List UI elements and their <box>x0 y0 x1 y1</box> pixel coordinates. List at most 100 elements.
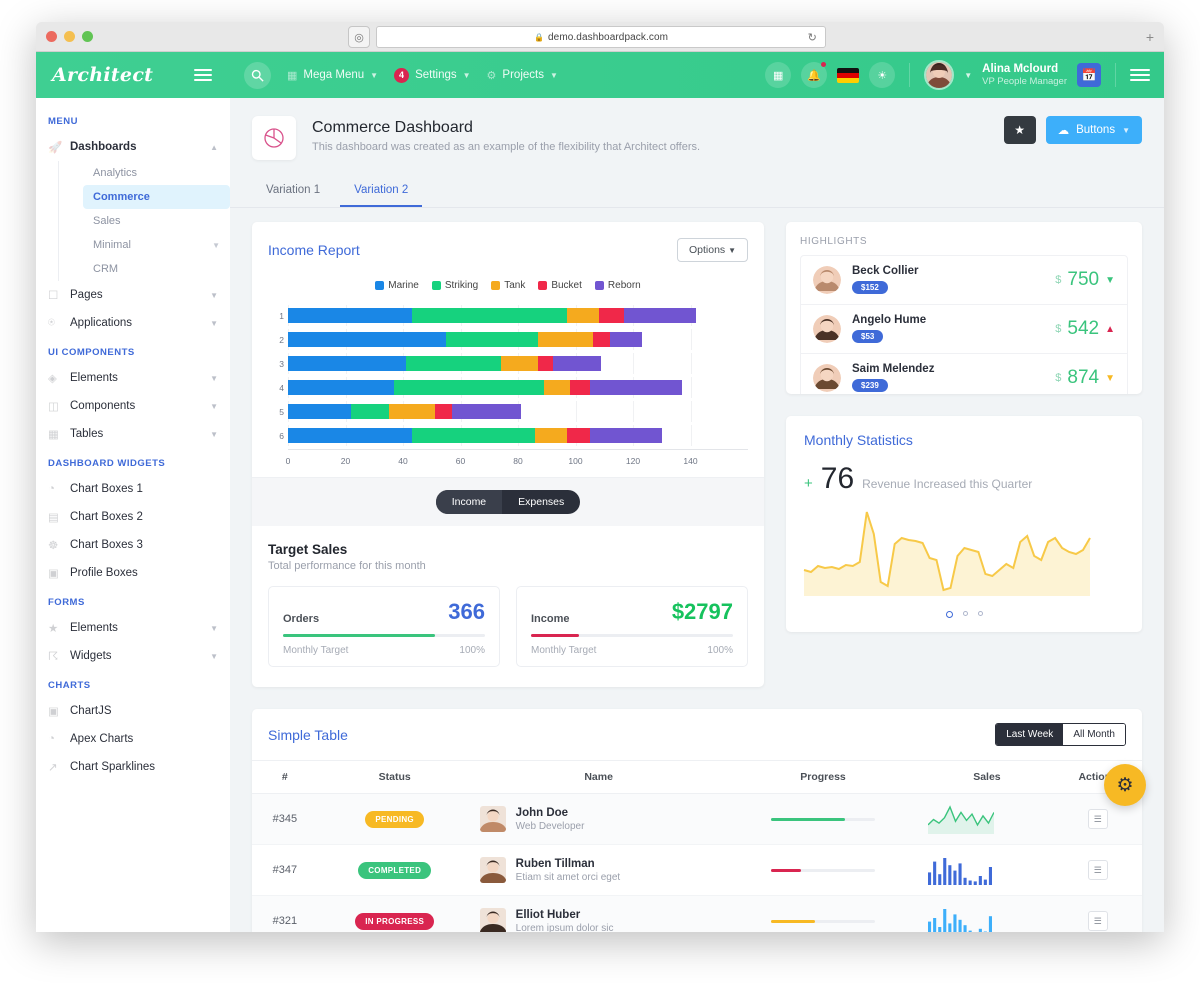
sidebar-item-applications[interactable]: ⍟ Applications ▼ <box>36 309 230 337</box>
toggle-expenses[interactable]: Expenses <box>502 490 580 514</box>
new-tab-button[interactable]: + <box>1146 29 1154 45</box>
sidebar-item-dashboards[interactable]: 🚀 Dashboards ▲ <box>36 133 230 161</box>
bar-segment-reborn[interactable] <box>624 308 697 323</box>
bar-segment-reborn[interactable] <box>589 380 682 395</box>
table-filter-segmented[interactable]: Last Week All Month <box>995 723 1126 746</box>
highlight-row[interactable]: Saim Melendez $239 $874 ▼ <box>801 354 1127 394</box>
bar-segment-bucket[interactable] <box>569 380 590 395</box>
bell-icon[interactable]: 🔔 <box>801 62 828 88</box>
bar-segment-marine[interactable] <box>288 380 395 395</box>
bar-segment-tank[interactable] <box>388 404 435 419</box>
legend-item-bucket[interactable]: Bucket <box>538 280 582 291</box>
settings-fab-button[interactable]: ⚙ <box>1104 764 1146 806</box>
legend-item-reborn[interactable]: Reborn <box>594 280 641 291</box>
filter-all-month[interactable]: All Month <box>1063 724 1125 745</box>
reload-icon[interactable]: ↻ <box>808 31 817 44</box>
bar-segment-striking[interactable] <box>446 332 539 347</box>
right-menu-button[interactable] <box>1130 69 1150 81</box>
carousel-dot-2[interactable] <box>962 611 968 616</box>
highlight-row[interactable]: Beck Collier $152 $750 ▼ <box>801 256 1127 305</box>
legend-item-tank[interactable]: Tank <box>491 280 525 291</box>
carousel-dot-3[interactable] <box>977 611 983 616</box>
row-menu-button[interactable]: ☰ <box>1087 860 1108 880</box>
bar-segment-reborn[interactable] <box>552 356 602 371</box>
sidebar-item-chart-boxes-3[interactable]: ☸ Chart Boxes 3 <box>36 531 230 559</box>
sidebar-item-chartjs[interactable]: ▣ ChartJS <box>36 697 230 725</box>
legend-item-striking[interactable]: Striking <box>431 280 478 291</box>
sidebar-item-chart-sparklines[interactable]: ↗ Chart Sparklines <box>36 753 230 781</box>
row-menu-button[interactable]: ☰ <box>1087 911 1108 931</box>
bar-segment-marine[interactable] <box>288 404 352 419</box>
sidebar-item-tables[interactable]: ▦ Tables ▼ <box>36 420 230 448</box>
bar-segment-striking[interactable] <box>405 356 501 371</box>
tab-variation-2[interactable]: Variation 2 <box>340 176 423 207</box>
flag-germany-icon[interactable] <box>837 67 860 83</box>
nav-item-projects[interactable]: ⚙ Projects ▼ <box>487 69 558 82</box>
maximize-window-button[interactable] <box>82 31 93 42</box>
bar-segment-striking[interactable] <box>394 380 544 395</box>
bar-segment-marine[interactable] <box>288 308 412 323</box>
sidebar-item-elements[interactable]: ◈ Elements ▼ <box>36 364 230 392</box>
bar-segment-striking[interactable] <box>411 428 536 443</box>
star-button[interactable]: ★ <box>1003 116 1036 144</box>
bar-segment-striking[interactable] <box>411 308 567 323</box>
bar-segment-reborn[interactable] <box>451 404 521 419</box>
bar-segment-striking[interactable] <box>351 404 389 419</box>
sidebar-item-sales[interactable]: Sales <box>83 209 230 233</box>
table-row[interactable]: #321 IN PROGRESS Elliot Huber Lorem ipsum d… <box>252 895 1142 932</box>
sidebar-item-pages[interactable]: ☐ Pages ▼ <box>36 281 230 309</box>
sidebar-item-chart-boxes-2[interactable]: ▤ Chart Boxes 2 <box>36 503 230 531</box>
window-controls[interactable] <box>46 31 93 42</box>
options-button[interactable]: Options ▼ <box>676 238 748 262</box>
sidebar-item-analytics[interactable]: Analytics <box>83 161 230 185</box>
bar-segment-tank[interactable] <box>535 428 567 443</box>
bar-segment-bucket[interactable] <box>538 356 553 371</box>
sidebar-item-form-elements[interactable]: ★ Elements ▼ <box>36 614 230 642</box>
avatar[interactable] <box>924 60 955 90</box>
bar-segment-bucket[interactable] <box>598 308 625 323</box>
bar-segment-tank[interactable] <box>500 356 539 371</box>
sidebar-item-apex-charts[interactable]: ◔ Apex Charts <box>36 725 230 753</box>
bar-segment-marine[interactable] <box>288 356 406 371</box>
buttons-dropdown[interactable]: ☁ Buttons ▼ <box>1045 116 1142 144</box>
bar-segment-bucket[interactable] <box>434 404 452 419</box>
sidebar-item-widgets[interactable]: ☈ Widgets ▼ <box>36 642 230 670</box>
bar-segment-bucket[interactable] <box>592 332 610 347</box>
search-icon[interactable] <box>244 61 271 89</box>
sidebar-item-components[interactable]: ◫ Components ▼ <box>36 392 230 420</box>
bar-segment-marine[interactable] <box>288 332 447 347</box>
minimize-window-button[interactable] <box>64 31 75 42</box>
row-menu-button[interactable]: ☰ <box>1087 809 1108 829</box>
nav-item-settings[interactable]: 4 Settings ▼ <box>394 67 471 83</box>
toggle-income[interactable]: Income <box>435 490 503 514</box>
bar-segment-tank[interactable] <box>538 332 593 347</box>
bar-segment-reborn[interactable] <box>589 428 662 443</box>
apps-grid-icon[interactable]: ▦ <box>765 62 792 88</box>
bar-segment-reborn[interactable] <box>610 332 642 347</box>
chevron-down-icon[interactable]: ▼ <box>964 71 972 80</box>
close-window-button[interactable] <box>46 31 57 42</box>
bar-segment-tank[interactable] <box>566 308 599 323</box>
table-row[interactable]: #345 PENDING John Doe Web Developer ☰ <box>252 793 1142 845</box>
sidebar-item-crm[interactable]: CRM <box>83 257 230 281</box>
legend-item-marine[interactable]: Marine <box>375 280 419 291</box>
bar-segment-bucket[interactable] <box>566 428 590 443</box>
sidebar-item-commerce[interactable]: Commerce <box>83 185 230 209</box>
shield-icon[interactable]: ◎ <box>348 26 370 48</box>
bar-segment-tank[interactable] <box>543 380 570 395</box>
nav-item-mega-menu[interactable]: ▦ Mega Menu ▼ <box>287 69 378 82</box>
sidebar-item-chart-boxes-1[interactable]: ◔ Chart Boxes 1 <box>36 475 230 503</box>
smiley-icon[interactable]: ☀ <box>869 62 896 88</box>
sidebar-item-profile-boxes[interactable]: ▣ Profile Boxes <box>36 559 230 587</box>
sidebar-item-minimal[interactable]: Minimal ▼ <box>83 233 230 257</box>
highlight-row[interactable]: Angelo Hume $53 $542 ▲ <box>801 305 1127 354</box>
carousel-dots[interactable] <box>786 601 1142 632</box>
address-bar[interactable]: 🔒 demo.dashboardpack.com ↻ <box>376 26 826 48</box>
carousel-dot-1[interactable] <box>945 611 953 618</box>
bar-segment-marine[interactable] <box>288 428 412 443</box>
calendar-icon[interactable]: 📅 <box>1077 63 1101 87</box>
tab-variation-1[interactable]: Variation 1 <box>252 176 334 207</box>
sidebar-toggle-button[interactable] <box>194 69 212 81</box>
table-row[interactable]: #347 COMPLETED Ruben Tillman Etiam sit amet… <box>252 844 1142 896</box>
filter-last-week[interactable]: Last Week <box>996 724 1064 745</box>
